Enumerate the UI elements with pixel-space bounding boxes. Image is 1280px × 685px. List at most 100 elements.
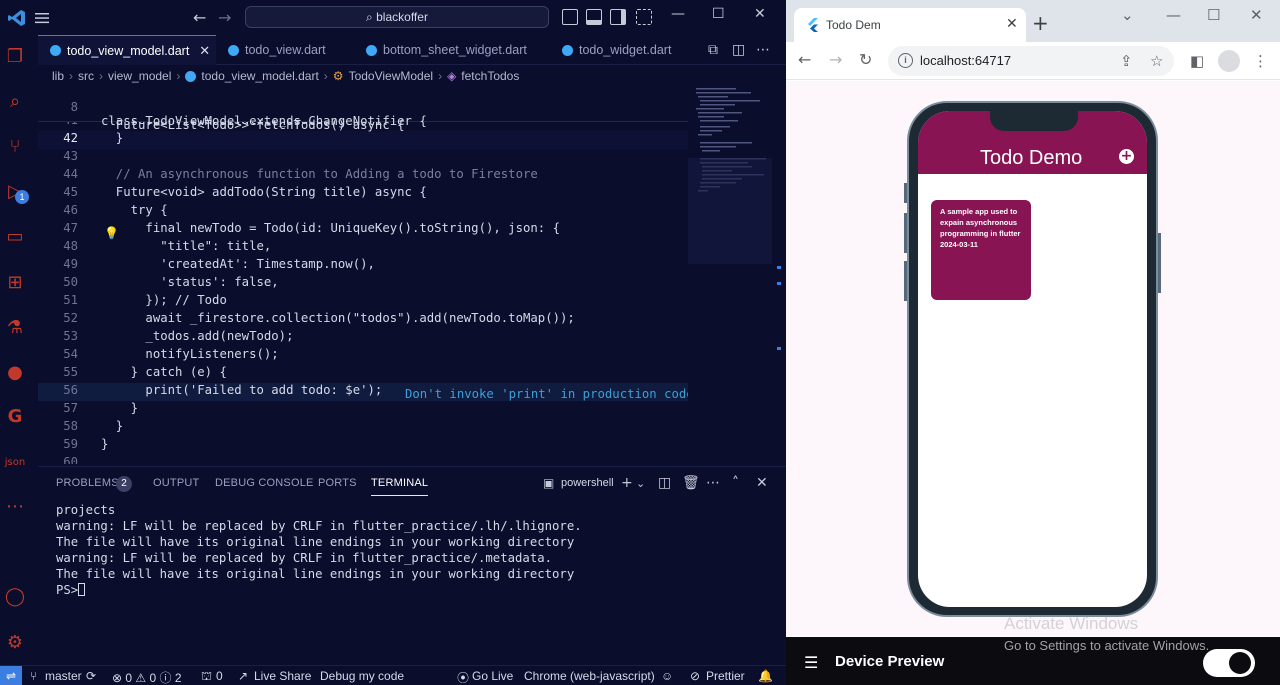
settings-sliders-icon[interactable]: ☰ [804, 653, 818, 672]
breadcrumb-item[interactable]: lib [52, 69, 64, 83]
extensions-icon[interactable]: ⊞ [4, 271, 26, 293]
terminal-shell-icon[interactable]: ▣ [543, 476, 554, 490]
maximize-panel-icon[interactable]: ˄ [732, 475, 739, 491]
panel-tab-output[interactable]: OUTPUT [153, 477, 199, 489]
accounts-icon[interactable]: ◯ [4, 585, 26, 607]
lightbulb-icon[interactable]: 💡 [104, 226, 119, 240]
chevron-down-icon[interactable]: ⌄ [636, 477, 645, 490]
tab-todo-view[interactable]: todo_view.dart [216, 35, 354, 65]
split-editor-icon[interactable]: ◫ [732, 42, 745, 58]
manage-gear-icon[interactable]: ⚙ [4, 631, 26, 653]
code-line: try { [101, 203, 168, 217]
maximize-icon[interactable]: ☐ [712, 6, 725, 22]
status-go-live[interactable]: Go Live [472, 669, 513, 683]
share-icon[interactable]: ⇪ [1120, 52, 1133, 70]
status-debug[interactable]: Debug my code [320, 669, 404, 683]
json-icon[interactable]: json [4, 451, 26, 473]
profile-avatar[interactable] [1218, 50, 1240, 72]
breadcrumb-item[interactable]: TodoViewModel [349, 69, 434, 83]
site-info-icon[interactable]: i [898, 53, 913, 68]
phone-side-button [904, 183, 907, 203]
reload-icon[interactable]: ↻ [859, 50, 872, 69]
back-arrow-icon[interactable]: ← [193, 8, 206, 27]
breadcrumb-item[interactable]: fetchTodos [461, 69, 519, 83]
customize-layout-icon[interactable] [636, 9, 652, 25]
tab-close-icon[interactable]: ✕ [1006, 16, 1018, 32]
line-number: 52 [63, 311, 78, 325]
tab-todo-view-model[interactable]: todo_view_model.dart ✕ [38, 35, 216, 65]
status-device[interactable]: Chrome (web-javascript) [524, 669, 655, 683]
terminal-output[interactable]: projects warning: LF will be replaced by… [56, 503, 582, 599]
status-prettier[interactable]: Prettier [706, 669, 745, 683]
panel-tab-ports[interactable]: PORTS [318, 477, 357, 489]
sticky-scroll[interactable]: 8 class TodoViewModel extends ChangeNoti… [38, 86, 688, 132]
close-icon[interactable]: ✕ [754, 6, 766, 22]
terminal-line: projects [56, 503, 116, 517]
minimap-viewport[interactable] [688, 158, 772, 264]
sync-icon[interactable]: ⟳ [86, 669, 96, 683]
side-panel-icon[interactable]: ◧ [1190, 52, 1204, 70]
status-ports[interactable]: 0 [216, 669, 223, 683]
tab-search-chevron-icon[interactable]: ⌄ [1121, 6, 1134, 24]
add-todo-icon[interactable]: + [1119, 149, 1134, 164]
forward-arrow-icon[interactable]: → [829, 50, 842, 69]
copilot-icon[interactable]: ☺ [661, 669, 673, 683]
bookmark-star-icon[interactable]: ☆ [1150, 52, 1163, 70]
github-icon[interactable]: ● [4, 361, 26, 383]
terminal-prompt[interactable]: PS> [56, 583, 582, 599]
search-icon[interactable]: ⌕ [4, 90, 26, 112]
explorer-icon[interactable]: ❐ [4, 45, 26, 67]
more-actions-icon[interactable]: ⋯ [706, 475, 720, 491]
source-control-icon[interactable]: ⑂ [4, 135, 26, 157]
minimize-icon[interactable]: — [671, 6, 685, 22]
panel-tab-debug-console[interactable]: DEBUG CONSOLE [215, 477, 314, 489]
tab-close-icon[interactable]: ✕ [199, 43, 210, 59]
device-preview-toggle[interactable] [1203, 649, 1255, 677]
chrome-menu-icon[interactable]: ⋮ [1253, 52, 1268, 70]
tab-todo-widget[interactable]: todo_widget.dart [550, 35, 696, 65]
new-terminal-icon[interactable]: + [621, 475, 633, 491]
close-panel-icon[interactable]: ✕ [756, 475, 768, 491]
menu-icon[interactable] [33, 9, 51, 27]
minimap[interactable] [688, 86, 772, 464]
gitlens-icon[interactable]: G [4, 405, 26, 427]
breadcrumb-item[interactable]: todo_view_model.dart [201, 69, 318, 83]
status-branch[interactable]: master [45, 669, 82, 683]
status-live-share[interactable]: Live Share [254, 669, 311, 683]
back-arrow-icon[interactable]: ← [798, 50, 811, 69]
remote-indicator-icon[interactable]: ⇌ [0, 666, 22, 685]
notifications-bell-icon[interactable]: 🔔 [758, 669, 773, 683]
toggle-primary-sidebar-icon[interactable] [562, 9, 578, 25]
more-actions-icon[interactable]: ⋯ [756, 42, 770, 58]
code-line: final newTodo = Todo(id: UniqueKey().toS… [101, 221, 561, 235]
search-icon: ⌕ [366, 10, 373, 24]
toggle-panel-icon[interactable] [586, 9, 602, 25]
terminal-shell-label[interactable]: powershell [561, 477, 614, 489]
panel-tab-terminal[interactable]: TERMINAL [371, 477, 429, 496]
tab-bottom-sheet-widget[interactable]: bottom_sheet_widget.dart [354, 35, 550, 65]
dart-file-icon [366, 44, 377, 56]
toggle-secondary-sidebar-icon[interactable] [610, 9, 626, 25]
close-icon[interactable]: ✕ [1250, 6, 1263, 24]
problems-count-badge: 2 [116, 476, 132, 492]
split-terminal-icon[interactable]: ◫ [658, 475, 671, 491]
todo-card[interactable]: A sample app used to expain asynchronous… [931, 200, 1031, 300]
kill-terminal-icon[interactable]: 🗑 [682, 475, 700, 491]
new-tab-icon[interactable]: + [1032, 11, 1049, 35]
panel-tab-problems[interactable]: PROBLEMS [56, 477, 119, 489]
breadcrumb-item[interactable]: view_model [108, 69, 171, 83]
minimize-icon[interactable]: — [1166, 6, 1181, 24]
code-line: await _firestore.collection("todos").add… [101, 311, 575, 325]
forward-arrow-icon[interactable]: → [218, 8, 231, 27]
testing-icon[interactable]: ⚗ [4, 316, 26, 338]
command-center-search[interactable]: ⌕ blackoffer [245, 6, 549, 28]
breadcrumb-item[interactable]: src [78, 69, 94, 83]
remote-explorer-icon[interactable]: ▭ [4, 225, 26, 247]
address-bar[interactable]: i localhost:64717 ⇪ ☆ [888, 46, 1174, 76]
maximize-icon[interactable]: ☐ [1207, 6, 1220, 24]
browser-tab[interactable]: Todo Dem ✕ [794, 8, 1026, 42]
status-problems[interactable]: ⊗ 0 ⚠ 0 ⓘ 2 [112, 669, 182, 685]
code-editor[interactable]: 8 class TodoViewModel extends ChangeNoti… [38, 86, 688, 464]
more-views-icon[interactable]: ⋯ [4, 495, 26, 517]
open-changes-icon[interactable]: ⧉ [708, 42, 718, 58]
